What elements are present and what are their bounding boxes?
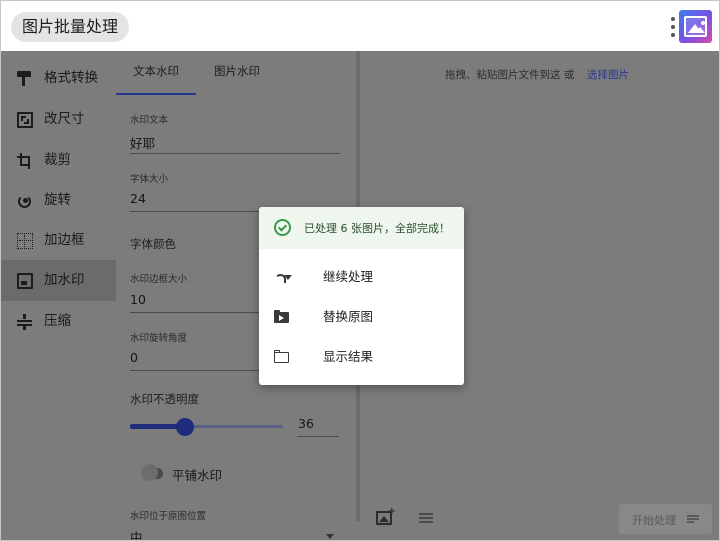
- tab-image-watermark[interactable]: 图片水印: [214, 63, 260, 79]
- dialog-item-label: 替换原图: [323, 309, 374, 324]
- more-menu-icon[interactable]: [669, 16, 677, 38]
- sidebar-item-label: 裁剪: [44, 152, 71, 168]
- font-size-label: 字体大小: [130, 174, 169, 185]
- drop-hint: 拖拽、粘贴图片文件到这 或: [445, 69, 575, 81]
- folder-icon: [274, 349, 290, 365]
- sidebar-item-label: 改尺寸: [44, 111, 85, 127]
- redo-icon: [274, 269, 292, 285]
- check-circle-icon: [274, 219, 291, 236]
- position-select[interactable]: 中: [130, 527, 143, 540]
- tile-watermark-label: 平铺水印: [172, 468, 223, 483]
- continue-processing-button[interactable]: 继续处理: [259, 257, 464, 297]
- opacity-slider-thumb[interactable]: [176, 418, 194, 436]
- opacity-label: 水印不透明度: [130, 392, 199, 406]
- sidebar-item-label: 格式转换: [44, 70, 98, 86]
- sidebar-item-format[interactable]: 格式转换: [1, 58, 116, 99]
- input-underline: [297, 436, 339, 437]
- completion-dialog: 已处理 6 张图片，全部完成！ 继续处理 替换原图 显示结果: [259, 207, 464, 385]
- sidebar-item-rotate[interactable]: 旋转: [1, 180, 116, 221]
- sidebar-item-watermark[interactable]: 加水印: [1, 260, 116, 301]
- rotation-angle-label: 水印旋转角度: [130, 333, 188, 344]
- app-window: 图片批量处理 格式转换 改尺寸 裁剪 旋转 加边框 加水印 压缩 文本水印 图片…: [0, 0, 720, 541]
- sidebar-item-label: 加边框: [44, 232, 85, 248]
- border-icon: [17, 233, 33, 249]
- sidebar-item-label: 压缩: [44, 313, 71, 329]
- font-size-input[interactable]: 24: [130, 191, 146, 206]
- start-process-label: 开始处理: [632, 514, 676, 527]
- app-title: 图片批量处理: [11, 12, 130, 42]
- position-label: 水印位于原图位置: [130, 511, 207, 522]
- crop-icon: [17, 153, 33, 169]
- sidebar-item-border[interactable]: 加边框: [1, 220, 116, 261]
- dialog-header: 已处理 6 张图片，全部完成！: [259, 207, 464, 249]
- dialog-item-label: 继续处理: [323, 269, 374, 284]
- input-underline: [130, 153, 340, 154]
- rotate-icon: [17, 193, 33, 209]
- show-results-button[interactable]: 显示结果: [259, 337, 464, 377]
- start-process-button[interactable]: 开始处理: [619, 504, 712, 534]
- opacity-input[interactable]: 36: [298, 416, 314, 431]
- queue-icon: [687, 515, 699, 524]
- tab-text-watermark[interactable]: 文本水印: [133, 63, 179, 79]
- compress-icon: [17, 314, 33, 330]
- active-tab-indicator: [116, 93, 196, 95]
- replace-original-button[interactable]: 替换原图: [259, 297, 464, 337]
- sidebar-item-label: 旋转: [44, 192, 71, 208]
- watermark-text-input[interactable]: 好耶: [130, 133, 155, 152]
- image-gallery-icon[interactable]: [679, 10, 712, 43]
- toggle-thumb[interactable]: [141, 464, 158, 481]
- app-header: 图片批量处理: [1, 1, 719, 51]
- watermark-text-label: 水印文本: [130, 115, 169, 126]
- completion-message: 已处理 6 张图片，全部完成！: [304, 222, 450, 235]
- select-images-link[interactable]: 选择图片: [587, 67, 629, 82]
- margin-input[interactable]: 10: [130, 292, 146, 307]
- chevron-down-icon[interactable]: [326, 534, 334, 539]
- list-icon[interactable]: [419, 513, 433, 523]
- sidebar: 格式转换 改尺寸 裁剪 旋转 加边框 加水印 压缩: [1, 51, 116, 540]
- margin-label: 水印边框大小: [130, 274, 188, 285]
- rotation-angle-input[interactable]: 0: [130, 350, 138, 365]
- add-image-icon[interactable]: +: [376, 507, 396, 525]
- watermark-icon: [17, 273, 33, 289]
- resize-icon: [17, 112, 33, 128]
- folder-move-icon: [274, 309, 290, 325]
- sidebar-item-resize[interactable]: 改尺寸: [1, 99, 116, 140]
- font-color-label[interactable]: 字体颜色: [130, 236, 176, 252]
- paint-brush-icon: [17, 71, 33, 87]
- sidebar-item-label: 加水印: [44, 272, 85, 288]
- dialog-item-label: 显示结果: [323, 349, 374, 364]
- sidebar-item-compress[interactable]: 压缩: [1, 301, 116, 342]
- sidebar-item-crop[interactable]: 裁剪: [1, 140, 116, 181]
